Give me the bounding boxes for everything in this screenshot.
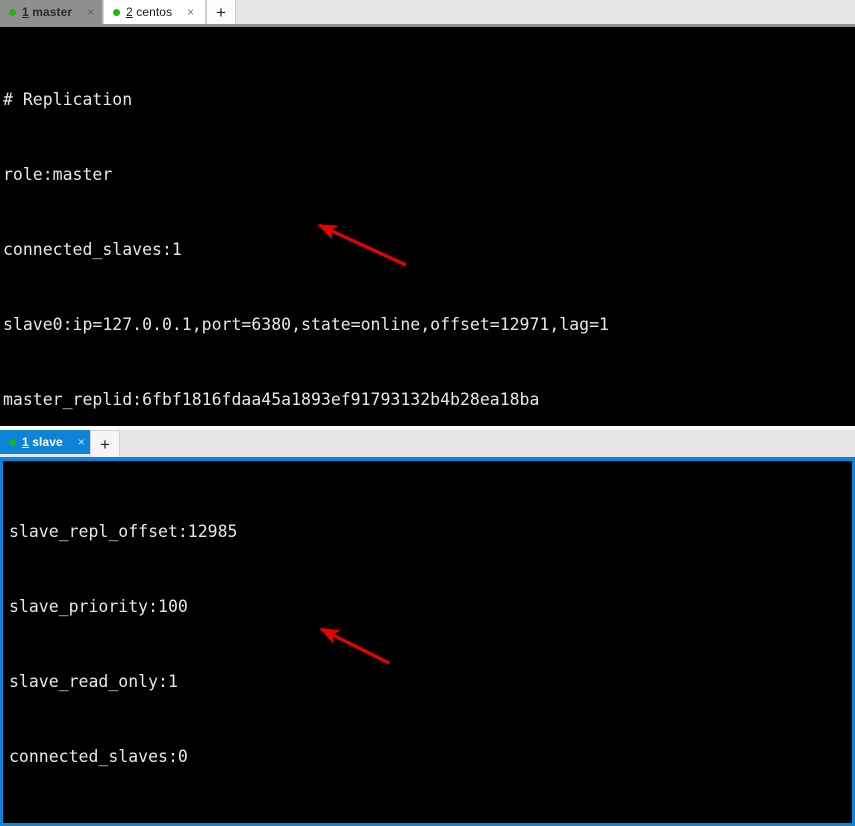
- terminal-line: slave_priority:100: [9, 597, 188, 616]
- tab-slave-title: slave: [28, 435, 63, 449]
- terminal-line: # Replication: [3, 90, 133, 109]
- terminal-line: master_replid:6fbf1816fdaa45a1893ef91793…: [3, 390, 540, 409]
- tab-master-label: 1 master: [22, 5, 72, 19]
- terminal-line: connected_slaves:0: [9, 747, 188, 766]
- tab-centos-number: 2: [126, 5, 133, 19]
- terminal-window-slave: 1 slave × + slave_repl_offset:12985 slav…: [0, 430, 855, 826]
- tabbar-empty-area: [236, 0, 855, 24]
- terminal-output-slave[interactable]: slave_repl_offset:12985 slave_priority:1…: [0, 457, 855, 826]
- terminal-line: master_replid:6fbf1816fdaa45a1893ef91793…: [9, 819, 852, 823]
- green-status-dot: [9, 438, 16, 446]
- tab-slave-label: 1 slave: [22, 435, 63, 449]
- close-icon[interactable]: ×: [185, 6, 196, 18]
- new-tab-button[interactable]: +: [206, 0, 236, 24]
- tab-slave-number: 1: [22, 435, 29, 449]
- close-icon[interactable]: ×: [85, 6, 96, 18]
- tab-master-number: 1: [22, 5, 29, 19]
- terminal-line: slave0:ip=127.0.0.1,port=6380,state=onli…: [3, 315, 609, 334]
- tabbar-top: 1 master × 2 centos × +: [0, 0, 855, 27]
- tab-master[interactable]: 1 master ×: [0, 0, 103, 24]
- terminal-line: connected_slaves:1: [3, 240, 182, 259]
- terminal-line: slave_read_only:1: [9, 672, 178, 691]
- terminal-line: slave_repl_offset:12985: [9, 522, 238, 541]
- terminal-output-master[interactable]: # Replication role:master connected_slav…: [0, 27, 855, 426]
- new-tab-button[interactable]: +: [90, 430, 120, 457]
- tabbar-bottom: 1 slave × +: [0, 430, 855, 457]
- tab-master-title: master: [28, 5, 73, 19]
- tab-centos[interactable]: 2 centos ×: [103, 0, 206, 24]
- tab-centos-label: 2 centos: [126, 5, 172, 19]
- green-status-dot: [113, 8, 120, 16]
- tab-centos-title: centos: [132, 5, 173, 19]
- terminal-window-master: 1 master × 2 centos × + # Replication ro…: [0, 0, 855, 426]
- green-status-dot: [9, 8, 16, 16]
- terminal-line: role:master: [3, 165, 113, 184]
- tab-slave[interactable]: 1 slave ×: [0, 430, 90, 454]
- close-icon[interactable]: ×: [76, 436, 87, 448]
